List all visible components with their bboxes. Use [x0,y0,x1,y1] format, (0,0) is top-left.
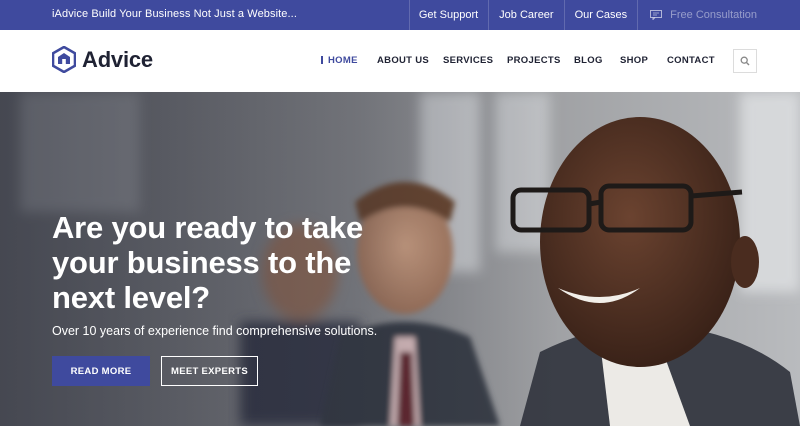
nav-blog[interactable]: BLOG [574,55,603,66]
hero-subtitle: Over 10 years of experience find compreh… [52,324,378,338]
free-consultation-label: Free Consultation [670,9,757,21]
top-tagline: iAdvice Build Your Business Not Just a W… [52,8,297,20]
our-cases-link[interactable]: Our Cases [563,0,638,30]
top-links: Get Support Job Career Our Cases Free Co… [408,0,800,30]
main-header: Advice HOME ABOUT US SERVICES PROJECTS B… [0,30,800,92]
main-nav: HOME ABOUT US SERVICES PROJECTS BLOG SHO… [0,30,800,92]
free-consultation-link[interactable]: Free Consultation [637,0,800,30]
hero-section: Are you ready to take your business to t… [0,92,800,426]
nav-projects[interactable]: PROJECTS [507,55,561,66]
nav-services[interactable]: SERVICES [443,55,493,66]
chat-icon [650,10,663,20]
search-button[interactable] [733,49,757,73]
nav-home[interactable]: HOME [321,55,358,66]
read-more-button[interactable]: READ MORE [52,356,150,386]
nav-shop[interactable]: SHOP [620,55,648,66]
hero-title: Are you ready to take your business to t… [52,210,364,315]
meet-experts-button[interactable]: MEET EXPERTS [161,356,258,386]
top-bar: iAdvice Build Your Business Not Just a W… [0,0,800,30]
get-support-link[interactable]: Get Support [408,0,488,30]
search-icon [740,56,750,66]
job-career-link[interactable]: Job Career [488,0,563,30]
nav-contact[interactable]: CONTACT [667,55,715,66]
nav-about-us[interactable]: ABOUT US [377,55,429,66]
